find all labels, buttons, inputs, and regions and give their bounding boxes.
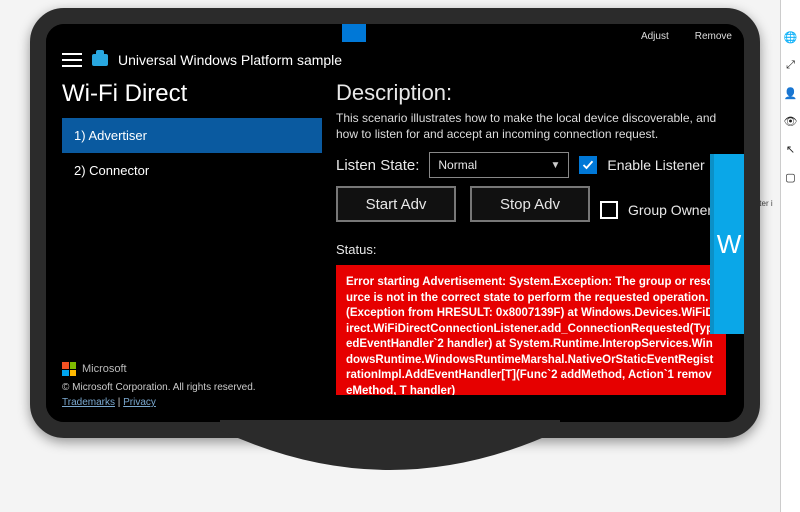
listen-state-select[interactable]: Normal ▼ — [429, 152, 569, 178]
app-title: Universal Windows Platform sample — [118, 52, 342, 68]
footer-copyright: © Microsoft Corporation. All rights rese… — [62, 382, 256, 393]
side-panel-glyph: W — [717, 229, 742, 260]
sidebar: Wi-Fi Direct 1) Advertiser 2) Connector — [62, 80, 322, 188]
person-icon[interactable]: 👤 — [784, 86, 798, 100]
tool-strip: 🌐 ⤢ 👤 👁 ↖ ▢ — [780, 0, 800, 512]
enable-listener-label: Enable Listener — [607, 157, 704, 173]
privacy-link[interactable]: Privacy — [123, 397, 156, 408]
sidebar-item-label: 1) Advertiser — [74, 128, 147, 143]
enable-listener-checkbox[interactable] — [579, 156, 597, 174]
group-owner-checkbox[interactable] — [600, 201, 618, 219]
description-heading: Description: — [336, 80, 740, 106]
content-area: Description: This scenario illustrates h… — [336, 80, 740, 418]
microsoft-logo-icon — [62, 362, 76, 376]
device-frame: Adjust Remove Universal Windows Platform… — [30, 8, 760, 438]
trademarks-link[interactable]: Trademarks — [62, 397, 115, 408]
device-stand — [220, 420, 560, 500]
hamburger-icon[interactable] — [62, 53, 82, 67]
adjust-button[interactable]: Adjust — [641, 31, 669, 42]
chevron-down-icon: ▼ — [550, 160, 560, 171]
sidebar-item-label: 2) Connector — [74, 163, 149, 178]
status-label: Status: — [336, 242, 740, 257]
footer-brand: Microsoft — [82, 363, 127, 375]
start-adv-button[interactable]: Start Adv — [336, 186, 456, 222]
app-icon — [92, 54, 108, 66]
sidebar-item-advertiser[interactable]: 1) Advertiser — [62, 118, 322, 153]
box-icon[interactable]: ▢ — [784, 170, 798, 184]
side-panel[interactable]: W — [710, 154, 744, 334]
description-text: This scenario illustrates how to make th… — [336, 110, 726, 142]
footer: Microsoft © Microsoft Corporation. All r… — [62, 362, 256, 408]
error-output: Error starting Advertisement: System.Exc… — [336, 265, 726, 395]
page-title: Wi-Fi Direct — [62, 80, 322, 108]
stop-adv-button[interactable]: Stop Adv — [470, 186, 590, 222]
eye-icon[interactable]: 👁 — [784, 114, 798, 128]
top-toolbar: Adjust Remove — [46, 24, 744, 48]
listen-state-value: Normal — [438, 158, 477, 172]
remove-button[interactable]: Remove — [695, 31, 732, 42]
cursor-icon[interactable]: ↖ — [784, 142, 798, 156]
expand-icon[interactable]: ⤢ — [784, 58, 798, 72]
group-owner-label: Group Owner ( — [628, 202, 721, 218]
globe-icon[interactable]: 🌐 — [784, 30, 798, 44]
sidebar-item-connector[interactable]: 2) Connector — [62, 153, 322, 188]
listen-state-label: Listen State: — [336, 157, 419, 174]
